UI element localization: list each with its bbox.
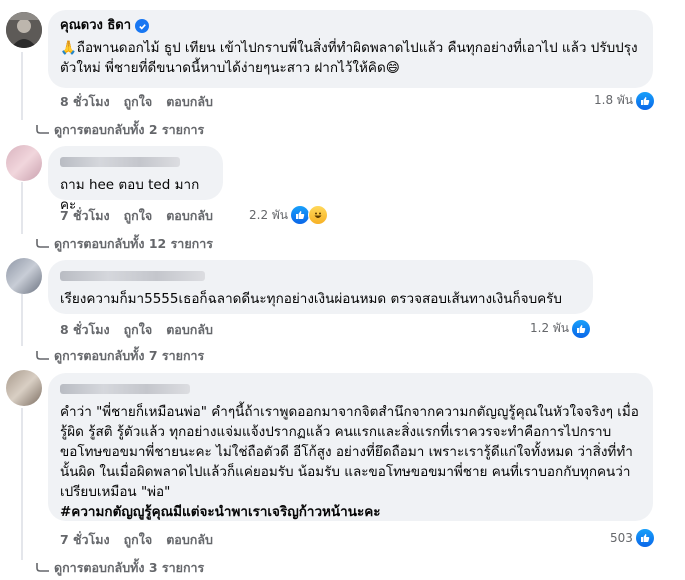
comment-bubble: เรียงความก็มา5555เธอก็ฉลาดดีนะทุกอย่างเง… bbox=[48, 260, 593, 314]
reply-arrow-icon bbox=[36, 125, 49, 134]
comment-actions: 8 ชั่วโมง ถูกใจ ตอบกลับ bbox=[60, 320, 213, 340]
reply-button[interactable]: ตอบกลับ bbox=[166, 92, 213, 112]
timestamp[interactable]: 8 ชั่วโมง bbox=[60, 320, 110, 340]
view-replies-label: ดูการตอบกลับทั้ง 12 รายการ bbox=[54, 236, 213, 251]
comment-actions: 7 ชั่วโมง ถูกใจ ตอบกลับ bbox=[60, 530, 213, 550]
timestamp[interactable]: 8 ชั่วโมง bbox=[60, 92, 110, 112]
reply-arrow-icon bbox=[36, 239, 49, 248]
like-button[interactable]: ถูกใจ bbox=[124, 206, 153, 226]
reaction-summary[interactable]: 1.2 พัน bbox=[524, 318, 593, 339]
timestamp[interactable]: 7 ชั่วโมง bbox=[60, 530, 110, 550]
reaction-summary[interactable]: 2.2 พัน bbox=[243, 204, 331, 226]
like-reaction-icon bbox=[636, 91, 655, 110]
reaction-count: 1.8 พัน bbox=[594, 93, 634, 107]
view-replies-label: ดูการตอบกลับทั้ง 3 รายการ bbox=[54, 560, 205, 575]
comment-bubble: คุณดวง ธิดา 🙏ถือพานดอกไม้ ธูป เทียน เข้า… bbox=[48, 10, 653, 88]
reply-button[interactable]: ตอบกลับ bbox=[166, 206, 213, 226]
author-name-blurred[interactable] bbox=[60, 157, 180, 167]
author-name-blurred[interactable] bbox=[60, 271, 205, 281]
like-reaction-icon bbox=[291, 206, 310, 224]
thread-line bbox=[21, 182, 23, 234]
timestamp[interactable]: 7 ชั่วโมง bbox=[60, 206, 110, 226]
view-replies-link[interactable]: ดูการตอบกลับทั้ง 2 รายการ bbox=[36, 120, 204, 140]
avatar[interactable] bbox=[6, 370, 42, 406]
like-reaction-icon bbox=[572, 319, 591, 338]
hashtag-link[interactable]: #ความกตัญญูรู้คุณมีแต่จะนำพาเราเจริญก้าว… bbox=[60, 502, 641, 522]
reaction-count: 503 bbox=[610, 531, 633, 545]
haha-reaction-icon bbox=[308, 205, 329, 225]
view-replies-link[interactable]: ดูการตอบกลับทั้ง 7 รายการ bbox=[36, 346, 204, 366]
author-name-blurred[interactable] bbox=[60, 384, 190, 394]
view-replies-link[interactable]: ดูการตอบกลับทั้ง 12 รายการ bbox=[36, 234, 213, 254]
reply-button[interactable]: ตอบกลับ bbox=[166, 530, 213, 550]
like-button[interactable]: ถูกใจ bbox=[124, 320, 153, 340]
reaction-summary[interactable]: 1.8 พัน bbox=[588, 90, 657, 111]
reaction-summary[interactable]: 503 bbox=[604, 528, 656, 548]
avatar[interactable] bbox=[6, 145, 42, 181]
comment-text: เรียงความก็มา5555เธอก็ฉลาดดีนะทุกอย่างเง… bbox=[60, 291, 562, 307]
reaction-count: 1.2 พัน bbox=[530, 321, 570, 335]
reply-arrow-icon bbox=[36, 563, 49, 572]
author-name[interactable]: คุณดวง ธิดา bbox=[60, 17, 131, 35]
reply-button[interactable]: ตอบกลับ bbox=[166, 320, 213, 340]
comment-text: 🙏ถือพานดอกไม้ ธูป เทียน เข้าไปกราบพี่ในส… bbox=[60, 40, 638, 76]
verified-badge-icon bbox=[135, 19, 150, 33]
view-replies-link[interactable]: ดูการตอบกลับทั้ง 3 รายการ bbox=[36, 558, 204, 578]
like-button[interactable]: ถูกใจ bbox=[124, 92, 153, 112]
reaction-count: 2.2 พัน bbox=[249, 207, 289, 222]
view-replies-label: ดูการตอบกลับทั้ง 2 รายการ bbox=[54, 122, 205, 137]
like-button[interactable]: ถูกใจ bbox=[124, 530, 153, 550]
avatar[interactable] bbox=[6, 12, 42, 48]
comment-actions: 8 ชั่วโมง ถูกใจ ตอบกลับ bbox=[60, 92, 213, 112]
thread-line bbox=[21, 52, 23, 120]
comment-actions: 7 ชั่วโมง ถูกใจ ตอบกลับ bbox=[60, 206, 213, 226]
comment-bubble: ถาม hee ตอบ ted มากคะ bbox=[48, 146, 223, 213]
view-replies-label: ดูการตอบกลับทั้ง 7 รายการ bbox=[54, 348, 205, 363]
thread-line bbox=[21, 408, 23, 560]
thread-line bbox=[21, 290, 23, 346]
comment-bubble: คำว่า "พี่ชายก็เหมือนพ่อ" คำๆนี้ถ้าเราพู… bbox=[48, 373, 653, 521]
like-reaction-icon bbox=[635, 529, 654, 547]
comment-text: คำว่า "พี่ชายก็เหมือนพ่อ" คำๆนี้ถ้าเราพู… bbox=[60, 404, 639, 500]
avatar[interactable] bbox=[6, 258, 42, 294]
reply-arrow-icon bbox=[36, 351, 49, 360]
